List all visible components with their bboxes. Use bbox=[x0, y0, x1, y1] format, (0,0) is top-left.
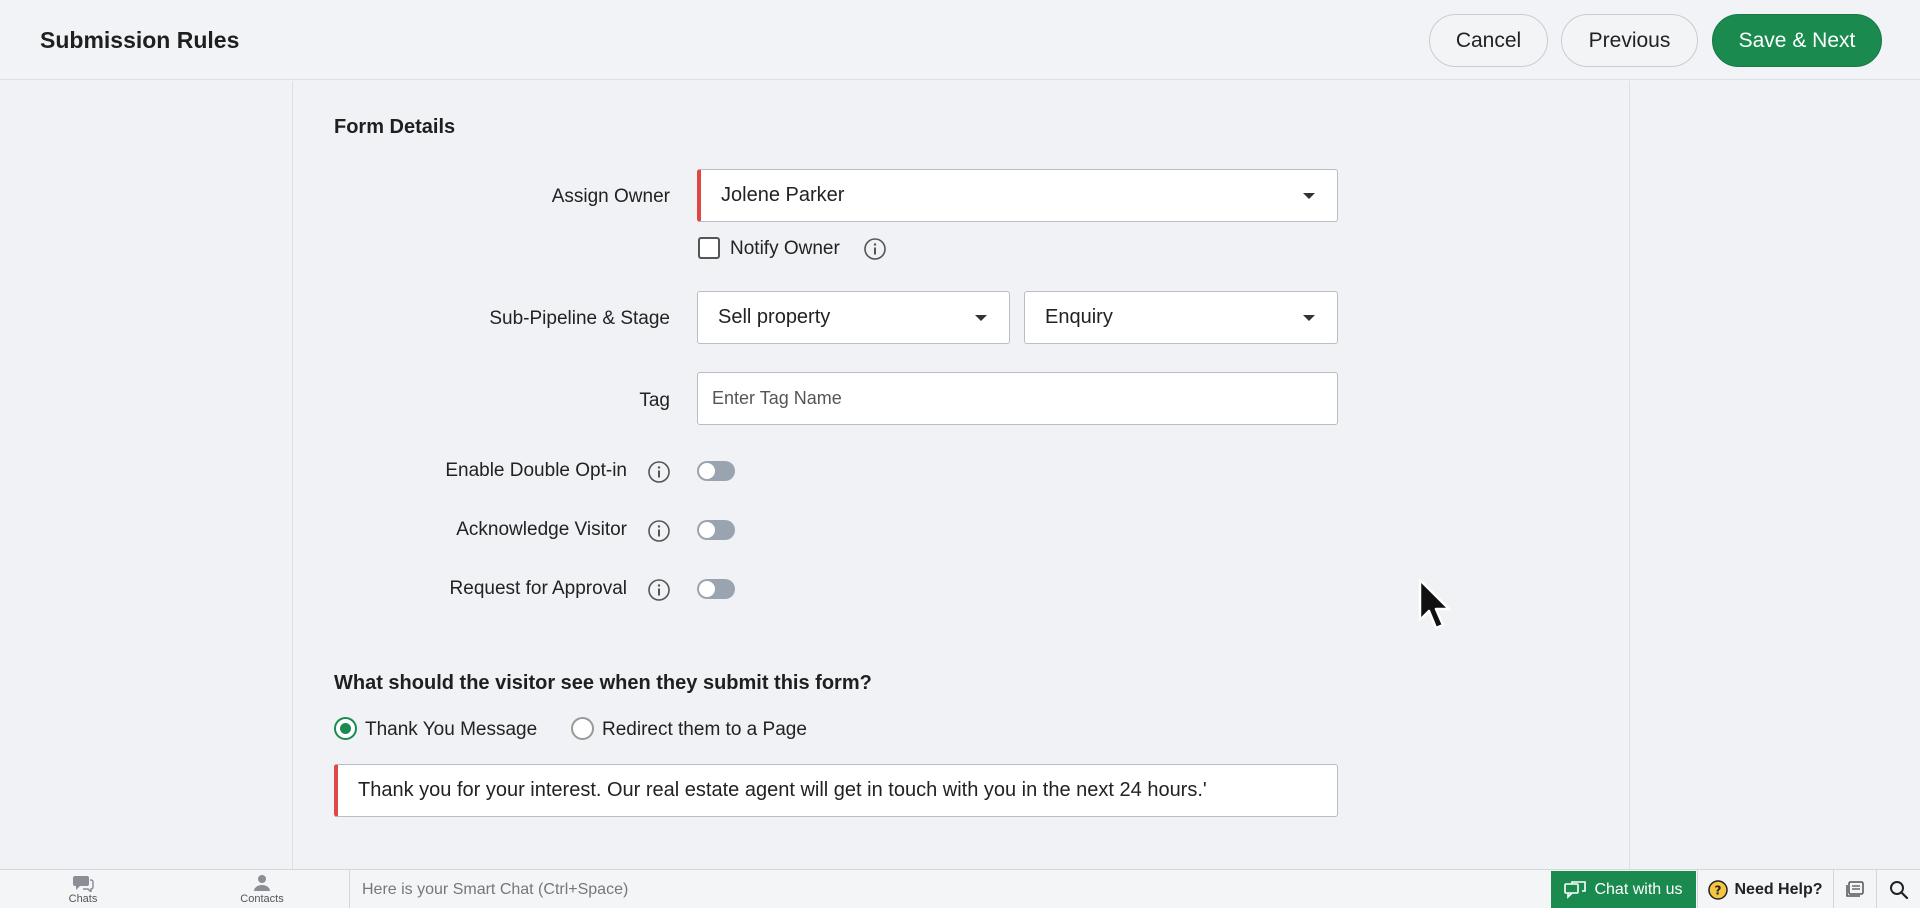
double-optin-label: Enable Double Opt-in bbox=[445, 460, 627, 481]
request-approval-label: Request for Approval bbox=[449, 578, 627, 599]
caret-down-icon bbox=[975, 315, 987, 321]
chats-tab[interactable]: Chats bbox=[58, 870, 108, 908]
info-icon[interactable] bbox=[863, 237, 887, 261]
thank-you-radio[interactable] bbox=[334, 717, 357, 740]
stage-value: Enquiry bbox=[1045, 306, 1113, 328]
info-icon[interactable] bbox=[647, 578, 671, 602]
need-help-button[interactable]: ? Need Help? bbox=[1697, 870, 1833, 908]
page-title: Submission Rules bbox=[40, 27, 240, 53]
smart-chat-input[interactable]: Here is your Smart Chat (Ctrl+Space) bbox=[349, 870, 1551, 908]
save-next-button[interactable]: Save & Next bbox=[1712, 14, 1882, 67]
notify-owner-checkbox[interactable] bbox=[698, 237, 720, 259]
redirect-label: Redirect them to a Page bbox=[602, 719, 807, 740]
double-optin-toggle[interactable] bbox=[697, 461, 735, 481]
caret-down-icon bbox=[1303, 193, 1315, 199]
submit-behaviour-question: What should the visitor see when they su… bbox=[334, 672, 872, 694]
cancel-button[interactable]: Cancel bbox=[1429, 14, 1548, 67]
contacts-label: Contacts bbox=[240, 893, 284, 905]
chat-with-us-label: Chat with us bbox=[1594, 881, 1683, 898]
sub-pipeline-label: Sub-Pipeline & Stage bbox=[489, 308, 670, 329]
thank-you-message-field[interactable]: Thank you for your interest. Our real es… bbox=[334, 764, 1338, 817]
sub-pipeline-select[interactable]: Sell property bbox=[697, 291, 1010, 344]
redirect-radio[interactable] bbox=[571, 717, 594, 740]
top-bar: Submission Rules Cancel Previous Save & … bbox=[0, 0, 1920, 80]
left-pane bbox=[0, 81, 293, 869]
bottom-bar: Chats Contacts Here is your Smart Chat (… bbox=[0, 869, 1920, 908]
feed-icon bbox=[1846, 880, 1864, 897]
caret-down-icon bbox=[1303, 315, 1315, 321]
tag-label: Tag bbox=[639, 390, 670, 411]
search-button[interactable] bbox=[1876, 870, 1920, 908]
form-details-title: Form Details bbox=[334, 116, 456, 138]
chat-with-us-button[interactable]: Chat with us bbox=[1551, 871, 1696, 908]
chats-icon bbox=[73, 876, 94, 892]
help-icon: ? bbox=[1708, 879, 1729, 900]
search-icon bbox=[1889, 880, 1908, 899]
feed-button[interactable] bbox=[1833, 870, 1876, 908]
thank-you-label: Thank You Message bbox=[365, 719, 538, 740]
stage-select[interactable]: Enquiry bbox=[1024, 291, 1338, 344]
contacts-tab[interactable]: Contacts bbox=[237, 870, 287, 908]
request-approval-toggle[interactable] bbox=[697, 579, 735, 599]
chats-label: Chats bbox=[68, 893, 98, 905]
chat-bubble-icon bbox=[1564, 881, 1587, 899]
need-help-label: Need Help? bbox=[1734, 880, 1823, 898]
info-icon[interactable] bbox=[647, 519, 671, 543]
contacts-icon bbox=[254, 875, 270, 891]
previous-button[interactable]: Previous bbox=[1561, 14, 1698, 67]
assign-owner-label: Assign Owner bbox=[551, 186, 670, 207]
tag-input[interactable] bbox=[697, 372, 1338, 425]
acknowledge-visitor-toggle[interactable] bbox=[697, 520, 735, 540]
svg-text:?: ? bbox=[1715, 883, 1722, 897]
notify-owner-label: Notify Owner bbox=[730, 238, 840, 259]
info-icon[interactable] bbox=[647, 460, 671, 484]
sub-pipeline-value: Sell property bbox=[718, 306, 831, 328]
right-pane bbox=[1629, 81, 1920, 869]
assign-owner-value: Jolene Parker bbox=[721, 184, 845, 206]
mouse-cursor bbox=[1418, 578, 1451, 630]
acknowledge-visitor-label: Acknowledge Visitor bbox=[456, 519, 627, 540]
assign-owner-select[interactable]: Jolene Parker bbox=[697, 169, 1338, 222]
